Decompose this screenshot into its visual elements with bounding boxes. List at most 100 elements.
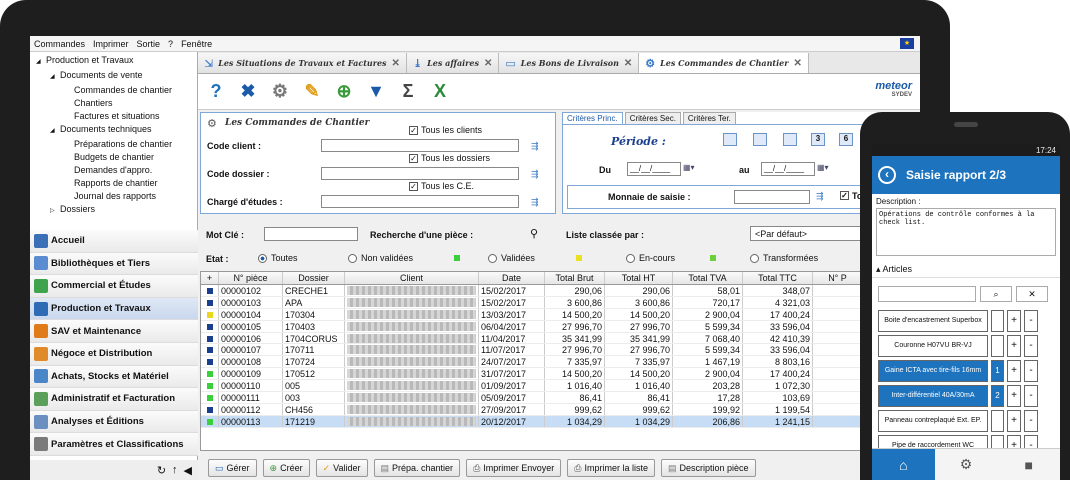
nav-item[interactable]: Analyses et Éditions [30,410,198,434]
column-header[interactable]: Total TVA [673,272,743,284]
excel-icon[interactable]: X [428,80,452,104]
tree-item[interactable]: Préparations de chantier [30,138,197,151]
action-button[interactable]: ⎙ Imprimer Envoyer [466,459,562,477]
radio-button[interactable] [488,253,497,263]
article-qty[interactable] [991,410,1004,432]
charge-input[interactable] [321,195,519,208]
article-name[interactable]: Gaine ICTA avec tire-fils 16mm [878,360,988,382]
table-row[interactable]: 00000107 170711 11/07/2017 27 996,70 27 996,… [201,344,919,357]
tree-item[interactable]: Budgets de chantier [30,151,197,164]
table-row[interactable]: 00000104 170304 13/03/2017 14 500,20 14 500,… [201,308,919,321]
date-du-input[interactable]: __/__/____ [627,162,681,176]
table-row[interactable]: 00000105 170403 06/04/2017 27 996,70 27 996,… [201,320,919,333]
nav-item[interactable]: Commercial et Études [30,275,198,298]
stop-icon[interactable]: ■ [997,449,1060,480]
minus-button[interactable]: - [1024,385,1038,407]
action-button[interactable]: ▤ Description pièce [661,459,756,477]
expand-icon[interactable]: ▷ [50,205,56,218]
tree-item[interactable]: ◢ Documents techniques [30,123,197,138]
column-header[interactable]: N° pièce [219,272,283,284]
plus-button[interactable]: + [1007,310,1021,332]
add-doc-icon[interactable]: ⊕ [332,80,356,104]
date-du-picker-icon[interactable]: ▦▾ [683,163,695,172]
date-au-picker-icon[interactable]: ▦▾ [817,163,829,172]
tous-ce-checkbox[interactable]: ✓ Tous les C.E. [409,181,474,191]
column-header[interactable]: Total HT [605,272,673,284]
tree-item[interactable]: Journal des rapports [30,190,197,203]
delete-icon[interactable]: ✖ [236,80,260,104]
doc-tab[interactable]: ⤓ Les affaires ✕ [406,53,500,73]
back-icon[interactable]: ‹ [878,166,896,184]
nav-item[interactable]: Négoce et Distribution [30,342,198,366]
home-icon[interactable]: ⌂ [872,449,935,480]
article-qty[interactable] [991,335,1004,357]
radio-button[interactable] [258,253,267,263]
tous-clients-checkbox[interactable]: ✓ Tous les clients [409,125,482,135]
nav-item[interactable]: Administratif et Facturation [30,388,198,411]
tree-item[interactable]: Commandes de chantier [30,84,197,97]
menu-imprimer[interactable]: Imprimer [93,39,129,49]
table-row[interactable]: 00000111 003 05/09/2017 86,41 86,41 17,28 103,… [201,392,919,404]
article-row[interactable]: Boite d'encastrement Superbox + - [878,310,1060,332]
article-row[interactable]: Inter-différentiel 40A/30mA 2 + - [878,385,1060,407]
minus-button[interactable]: - [1024,335,1038,357]
article-name[interactable]: Panneau contreplaqué Ext. EP. [878,410,988,432]
table-row[interactable]: 00000112 CH456 27/09/2017 999,62 999,62 199,9… [201,403,919,416]
plus-button[interactable]: + [1007,335,1021,357]
etat-radio[interactable]: Non validées [348,253,413,263]
etat-radio[interactable]: Toutes [258,253,298,263]
etat-radio[interactable]: En-cours [626,253,675,263]
tous-dossiers-checkbox[interactable]: ✓ Tous les dossiers [409,153,490,163]
edit-icon[interactable]: ✎ [300,80,324,104]
table-row[interactable]: 00000109 170512 31/07/2017 14 500,20 14 500,… [201,368,919,381]
column-header[interactable]: Total Brut [545,272,605,284]
minus-button[interactable]: - [1024,310,1038,332]
description-field[interactable]: Opérations de contrôle conformes à la ch… [876,208,1056,256]
etat-radio[interactable]: Validées [488,253,535,263]
nav-item[interactable]: Accueil [30,230,198,253]
binoculars-icon[interactable]: ⚲ [530,227,538,240]
menu-help[interactable]: ? [168,39,173,49]
close-icon[interactable]: ✕ [392,58,400,69]
plus-button[interactable]: + [1007,360,1021,382]
tree-item[interactable]: ◢ Production et Travaux [30,54,197,69]
close-icon[interactable]: ✕ [484,58,492,69]
table-row[interactable]: 00000106 1704CORUS 11/04/2017 35 341,99 35 3… [201,332,919,345]
tree-item[interactable]: ◢ Documents de vente [30,69,197,84]
code-client-input[interactable] [321,139,519,152]
doc-tab[interactable]: ▭ Les Bons de Livraison ✕ [499,53,640,73]
nav-item[interactable]: Achats, Stocks et Matériel [30,365,198,389]
nav-item[interactable]: Paramètres et Classifications [30,433,198,456]
tree-item[interactable]: Rapports de chantier [30,177,197,190]
action-button[interactable]: ✓ Valider [315,459,368,477]
calendar-day-icon[interactable] [723,133,737,146]
close-icon[interactable]: ✕ [793,58,801,69]
up-arrow-icon[interactable]: ↑ [172,464,178,476]
monnaie-input[interactable] [734,190,810,204]
gear-icon[interactable]: ⚙ [935,449,998,480]
close-icon[interactable]: ✕ [624,58,632,69]
plus-button[interactable]: + [1007,410,1021,432]
action-button[interactable]: ▤ Prépa. chantier [373,459,461,477]
table-row[interactable]: 00000102 CRECHE1 15/02/2017 290,06 290,06 58,… [201,285,919,297]
filter-icon[interactable]: ▼ [364,80,388,104]
monnaie-lookup-icon[interactable]: ⇶ [816,191,824,202]
table-row[interactable]: 00000113 171219 20/12/2017 1 034,29 1 034,29… [201,415,919,428]
nav-item[interactable]: Production et Travaux [30,297,198,321]
tree-item[interactable]: ▷ Dossiers [30,203,197,218]
article-search-input[interactable] [878,286,976,302]
column-header[interactable]: Date [479,272,545,284]
column-header[interactable]: N° P [813,272,863,284]
action-button[interactable]: ⎙ Imprimer la liste [567,459,655,477]
radio-button[interactable] [348,253,357,263]
column-header[interactable]: Dossier [283,272,345,284]
code-dossier-input[interactable] [321,167,519,180]
collapse-arrow-icon[interactable]: ◢ [50,71,56,84]
article-row[interactable]: Gaine ICTA avec tire-fils 16mm 1 + - [878,360,1060,382]
column-header[interactable]: Client [345,272,479,284]
article-qty[interactable] [991,310,1004,332]
charge-lookup-icon[interactable]: ⇶ [531,197,543,207]
article-name[interactable]: Inter-différentiel 40A/30mA [878,385,988,407]
menu-commandes[interactable]: Commandes [34,39,85,49]
column-header[interactable]: Total TTC [743,272,813,284]
